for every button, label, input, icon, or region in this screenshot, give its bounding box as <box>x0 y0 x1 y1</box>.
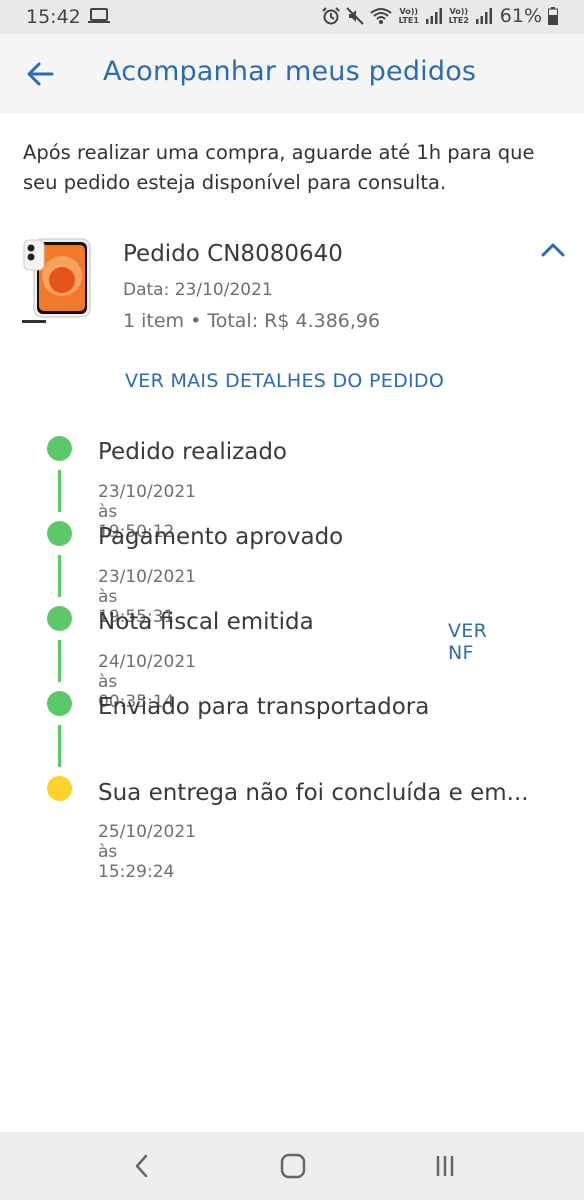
battery-percent: 61% <box>499 5 542 27</box>
nav-recents-icon[interactable] <box>430 1152 460 1180</box>
order-date: Data: 23/10/2021 <box>123 280 273 300</box>
app-bar: Acompanhar meus pedidos <box>0 34 584 114</box>
step-title: Pedido realizado <box>98 439 287 465</box>
nav-back-icon[interactable] <box>127 1152 157 1180</box>
laptop-icon <box>88 8 110 23</box>
timeline-dot-done <box>47 436 72 461</box>
step-title: Enviado para transportadora <box>98 694 430 720</box>
alarm-icon <box>322 7 340 25</box>
timeline-dot-pending <box>47 776 72 801</box>
status-bar: 15:42 Vo)) LTE1 Vo)) LTE2 61% <box>0 0 584 34</box>
timeline-dot-done <box>47 691 72 716</box>
system-nav-bar <box>0 1132 584 1200</box>
order-summary: 1 item • Total: R$ 4.386,96 <box>123 310 381 332</box>
signal-icon <box>425 8 442 24</box>
arrow-left-icon[interactable] <box>22 56 58 92</box>
timeline-connector <box>58 555 61 597</box>
signal-icon <box>475 8 492 24</box>
availability-notice: Após realizar uma compra, aguarde até 1h… <box>23 141 535 194</box>
status-time: 15:42 <box>26 6 81 28</box>
order-details-link[interactable]: VER MAIS DETALHES DO PEDIDO <box>125 370 444 392</box>
product-image <box>22 238 91 323</box>
order-id: Pedido CN8080640 <box>123 241 343 267</box>
timeline-dot-done <box>47 521 72 546</box>
timeline-connector <box>58 470 61 512</box>
lte2-indicator: Vo)) LTE2 <box>448 7 469 25</box>
chevron-up-icon[interactable] <box>538 236 568 266</box>
battery-icon <box>548 7 558 25</box>
timeline-connector <box>58 640 61 682</box>
timeline-connector <box>58 725 61 767</box>
step-title: Sua entrega não foi concluída e em... <box>98 780 529 806</box>
view-invoice-link[interactable]: VER NF <box>448 620 487 664</box>
step-title: Nota fiscal emitida <box>98 609 314 635</box>
mute-icon <box>346 7 364 25</box>
nav-home-icon[interactable] <box>278 1152 308 1180</box>
step-time: 25/10/2021 às 15:29:24 <box>98 822 196 882</box>
page-title: Acompanhar meus pedidos <box>103 56 477 87</box>
wifi-icon <box>370 8 392 24</box>
lte1-indicator: Vo)) LTE1 <box>398 7 419 25</box>
timeline-dot-done <box>47 606 72 631</box>
step-title: Pagamento aprovado <box>98 524 344 550</box>
